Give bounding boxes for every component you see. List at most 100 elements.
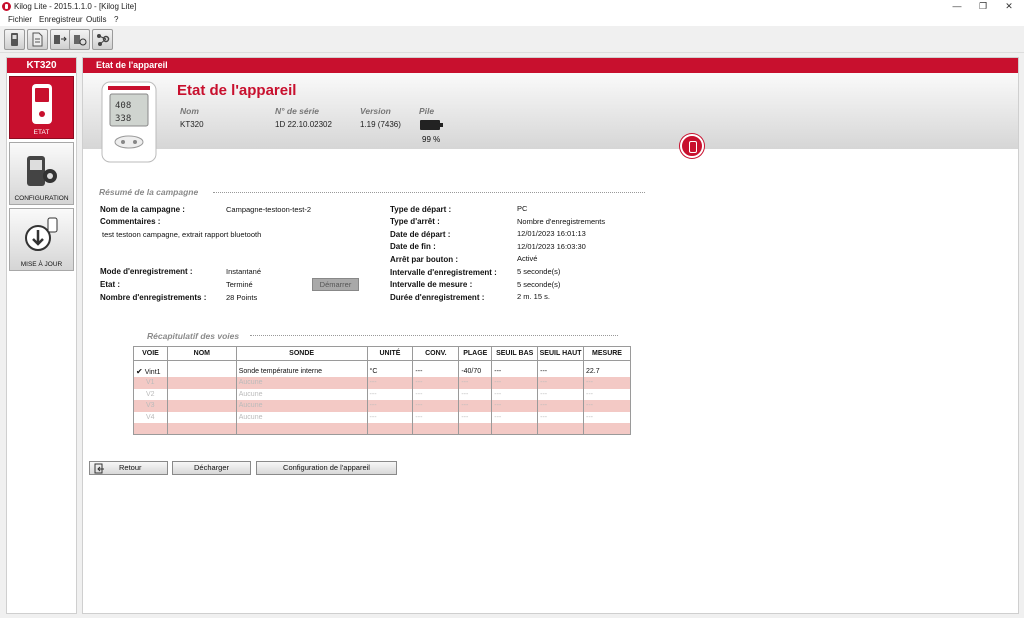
back-icon xyxy=(94,463,104,474)
column-header: VOIE xyxy=(133,346,168,361)
table-cell xyxy=(167,423,237,435)
section-divider xyxy=(213,192,645,193)
battery-icon xyxy=(420,120,443,130)
button-stop-label: Arrêt par bouton : xyxy=(390,255,458,264)
record-interval-value: 5 seconde(s) xyxy=(517,267,561,276)
settings-network-icon xyxy=(97,34,110,46)
sidebar-item-configuration[interactable]: CONFIGURATION xyxy=(9,142,74,205)
duration-label: Durée d'enregistrement : xyxy=(390,293,485,302)
mode-label: Mode d'enregistrement : xyxy=(100,267,193,276)
table-header-row: VOIE NOM SONDE UNITÉ CONV. PLAGE SEUIL B… xyxy=(133,346,631,361)
column-header: SONDE xyxy=(235,346,368,361)
start-type-value: PC xyxy=(517,204,528,213)
minimize-button[interactable]: — xyxy=(944,0,970,13)
table-cell: V4 xyxy=(133,411,168,423)
toolbar-device-button[interactable] xyxy=(4,29,25,50)
toolbar-settings-button[interactable] xyxy=(92,29,113,50)
toolbar-document-button[interactable] xyxy=(27,29,48,50)
back-button-label: Retour xyxy=(119,463,142,472)
section-divider xyxy=(250,335,618,336)
measure-interval-value: 5 seconde(s) xyxy=(517,280,561,289)
record-interval-label: Intervalle d'enregistrement : xyxy=(390,268,497,277)
sidebar-item-mise-a-jour[interactable]: MISE À JOUR xyxy=(9,208,74,271)
sidebar-item-label: CONFIGURATION xyxy=(14,195,69,202)
column-header: NOM xyxy=(166,346,237,361)
device-icon xyxy=(11,33,18,46)
table-row[interactable]: ✔ Vint1 Sonde température interne °C --- … xyxy=(133,365,631,377)
table-cell: --- xyxy=(458,388,493,400)
table-cell: --- xyxy=(412,377,460,389)
table-cell: --- xyxy=(412,365,460,377)
campaign-name-value: Campagne-testoon-test-2 xyxy=(226,205,312,214)
menu-enregistreur[interactable]: Enregistreur xyxy=(39,15,83,24)
device-name-value: KT320 xyxy=(180,120,204,129)
table-cell: --- xyxy=(537,377,585,389)
table-cell: Aucune xyxy=(236,411,368,423)
menu-help[interactable]: ? xyxy=(114,15,118,24)
column-header: PLAGE xyxy=(458,346,493,361)
device-configuration-button[interactable]: Configuration de l'appareil xyxy=(256,461,397,475)
table-cell xyxy=(491,423,539,435)
back-button[interactable]: Retour xyxy=(89,461,168,475)
start-button[interactable]: Démarrer xyxy=(312,278,359,291)
table-cell: --- xyxy=(412,400,460,412)
table-cell: --- xyxy=(412,388,460,400)
checkmark-icon: ✔ xyxy=(136,366,143,376)
table-cell: --- xyxy=(491,365,539,377)
title-bar: Kilog Lite - 2015.1.1.0 - [Kilog Lite] —… xyxy=(0,0,1024,13)
name-header: Nom xyxy=(180,106,199,116)
device-icon xyxy=(32,84,52,124)
table-cell xyxy=(167,411,237,423)
toolbar xyxy=(0,27,1024,53)
table-row[interactable]: V4 Aucune --- --- --- --- --- --- xyxy=(133,411,631,423)
column-header: SEUIL BAS xyxy=(491,346,539,361)
table-cell: --- xyxy=(367,388,414,400)
start-type-label: Type de départ : xyxy=(390,205,452,214)
campaign-section-title: Résumé de la campagne xyxy=(99,187,199,197)
start-date-label: Date de départ : xyxy=(390,230,451,239)
maximize-button[interactable]: ❐ xyxy=(970,0,996,13)
download-button[interactable]: Décharger xyxy=(172,461,251,475)
svg-text:408: 408 xyxy=(115,101,131,111)
device-config-icon xyxy=(27,156,57,186)
menu-fichier[interactable]: Fichier xyxy=(8,15,32,24)
table-row[interactable]: V2 Aucune --- --- --- --- --- --- xyxy=(133,388,631,400)
table-cell xyxy=(167,377,237,389)
sidebar-item-label: ETAT xyxy=(33,129,50,136)
sync-device-icon xyxy=(74,35,87,46)
table-row[interactable]: V1 Aucune --- --- --- --- --- --- xyxy=(133,377,631,389)
table-cell: -40/70 xyxy=(458,365,493,377)
main-panel: Etat de l'appareil 408 338 Etat de l'app… xyxy=(82,57,1019,614)
table-cell: --- xyxy=(537,388,585,400)
toolbar-sync-button[interactable] xyxy=(69,29,90,50)
channels-table: VOIE NOM SONDE UNITÉ CONV. PLAGE SEUIL B… xyxy=(133,346,631,435)
table-row[interactable]: V3 Aucune --- --- --- --- --- --- xyxy=(133,400,631,412)
table-cell: --- xyxy=(583,400,631,412)
menu-outils[interactable]: Outils xyxy=(86,15,106,24)
comments-value: test testoon campagne, extrait rapport b… xyxy=(102,230,262,239)
table-cell: --- xyxy=(491,388,539,400)
table-cell xyxy=(367,423,414,435)
table-cell: Aucune xyxy=(236,377,368,389)
campaign-name-label: Nom de la campagne : xyxy=(100,205,185,214)
table-cell: Aucune xyxy=(236,400,368,412)
table-cell: --- xyxy=(458,411,493,423)
device-image: 408 338 xyxy=(101,81,157,163)
stop-type-label: Type d'arrêt : xyxy=(390,217,440,226)
table-cell: 22.7 xyxy=(583,365,631,377)
main-header: Etat de l'appareil xyxy=(83,58,1018,73)
table-cell: ✔ Vint1 xyxy=(133,365,168,377)
end-date-value: 12/01/2023 16:03:30 xyxy=(517,242,586,251)
table-row[interactable] xyxy=(133,423,631,435)
version-value: 1.19 (7436) xyxy=(360,120,401,129)
column-header: CONV. xyxy=(412,346,460,361)
table-cell: --- xyxy=(583,377,631,389)
app-logo-icon xyxy=(2,2,11,11)
toolbar-transfer-button[interactable] xyxy=(50,29,71,50)
table-cell: --- xyxy=(583,388,631,400)
measure-interval-label: Intervalle de mesure : xyxy=(390,280,473,289)
record-count-label: Nombre d'enregistrements : xyxy=(100,293,207,302)
table-cell xyxy=(167,388,237,400)
sidebar-item-etat[interactable]: ETAT xyxy=(9,76,74,139)
close-button[interactable]: ✕ xyxy=(996,0,1022,13)
